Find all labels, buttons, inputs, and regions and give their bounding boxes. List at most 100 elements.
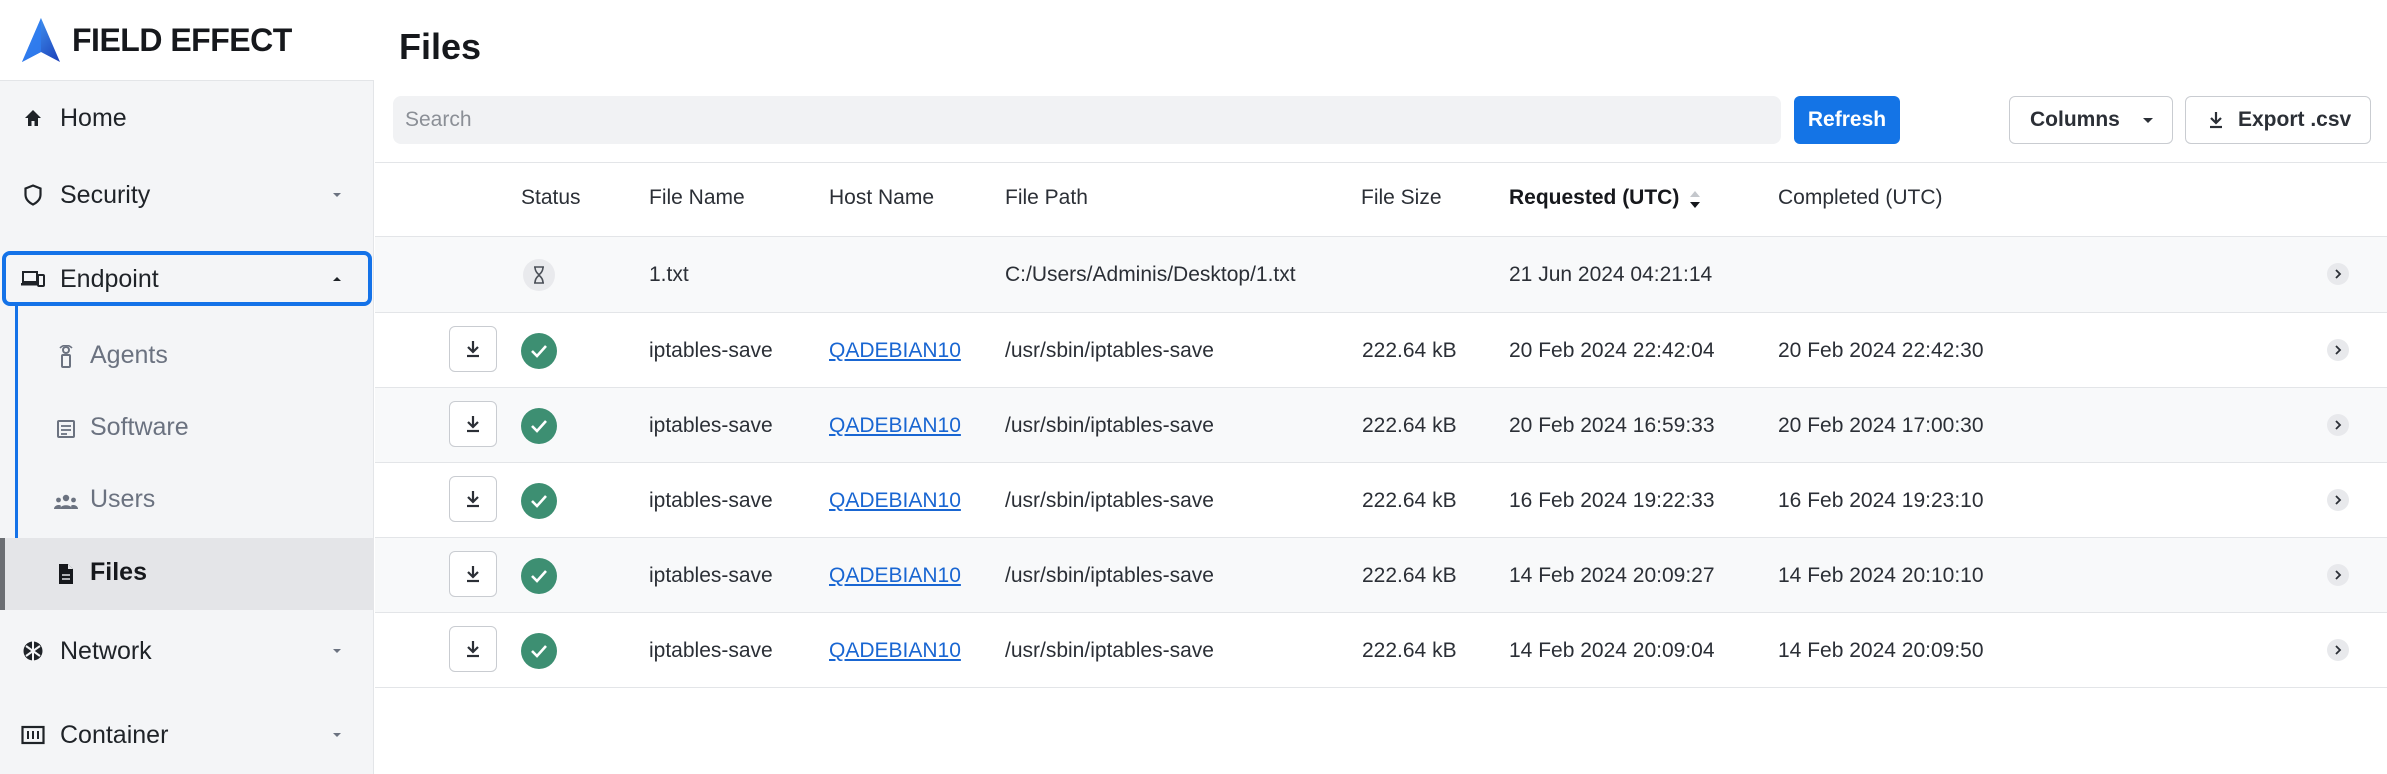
chevron-right-icon[interactable]	[2327, 263, 2349, 285]
sort-descending-icon[interactable]	[1689, 189, 1701, 211]
agent-icon	[54, 345, 78, 369]
search-input[interactable]	[393, 96, 1781, 144]
column-header-host-name[interactable]: Host Name	[829, 186, 934, 210]
cell-file-name: 1.txt	[649, 263, 689, 286]
table-row[interactable]: iptables-save QADEBIAN10 /usr/sbin/iptab…	[375, 538, 2387, 613]
cell-file-name: iptables-save	[649, 564, 773, 587]
sidebar-item-label: Files	[90, 558, 147, 586]
check-circle-icon	[521, 333, 557, 369]
cell-file-path: /usr/sbin/iptables-save	[1005, 414, 1214, 437]
network-icon	[20, 638, 46, 664]
caret-down-icon	[2143, 118, 2153, 123]
columns-button-label: Columns	[2030, 108, 2120, 131]
sidebar-item-files[interactable]: Files	[0, 538, 374, 610]
sidebar-item-agents[interactable]: Agents	[0, 321, 374, 393]
cell-requested: 21 Jun 2024 04:21:14	[1509, 263, 1713, 286]
download-button[interactable]	[449, 626, 497, 672]
cell-file-path: C:/Users/Adminis/Desktop/1.txt	[1005, 263, 1296, 286]
cell-requested: 14 Feb 2024 20:09:04	[1509, 639, 1715, 662]
main-content: Files Refresh Columns Export .csv Status…	[375, 0, 2387, 774]
divider	[375, 687, 2387, 688]
cell-file-size: 222.64 kB	[1362, 414, 1457, 437]
sidebar-item-software[interactable]: Software	[0, 393, 374, 465]
table-row[interactable]: iptables-save QADEBIAN10 /usr/sbin/iptab…	[375, 613, 2387, 688]
cell-completed: 16 Feb 2024 19:23:10	[1778, 489, 1984, 512]
column-header-requested[interactable]: Requested (UTC)	[1509, 186, 1679, 210]
table-row[interactable]: iptables-save QADEBIAN10 /usr/sbin/iptab…	[375, 388, 2387, 463]
cell-requested: 20 Feb 2024 16:59:33	[1509, 414, 1715, 437]
download-button[interactable]	[449, 326, 497, 372]
chevron-down-icon	[333, 193, 341, 197]
cell-file-size: 222.64 kB	[1362, 564, 1457, 587]
cell-requested: 14 Feb 2024 20:09:27	[1509, 564, 1715, 587]
download-button[interactable]	[449, 476, 497, 522]
active-indicator	[0, 538, 5, 610]
cell-host-name[interactable]: QADEBIAN10	[829, 639, 961, 663]
sidebar-item-label: Security	[60, 180, 151, 209]
column-header-file-path[interactable]: File Path	[1005, 186, 1088, 210]
sidebar-item-label: Container	[60, 720, 169, 749]
sidebar-item-network[interactable]: Network	[0, 614, 374, 688]
divider	[375, 162, 2387, 163]
check-circle-icon	[521, 633, 557, 669]
table-row[interactable]: 1.txt C:/Users/Adminis/Desktop/1.txt 21 …	[375, 237, 2387, 312]
download-icon	[467, 341, 479, 358]
sidebar-item-security[interactable]: Security	[0, 158, 374, 232]
export-csv-label: Export .csv	[2238, 108, 2352, 131]
cell-file-path: /usr/sbin/iptables-save	[1005, 639, 1214, 662]
chevron-right-icon[interactable]	[2327, 639, 2349, 661]
page-title: Files	[399, 26, 482, 67]
software-icon	[54, 417, 78, 441]
chevron-right-icon[interactable]	[2327, 564, 2349, 586]
cell-requested: 16 Feb 2024 19:22:33	[1509, 489, 1715, 512]
download-button[interactable]	[449, 551, 497, 597]
cell-file-size: 222.64 kB	[1362, 639, 1457, 662]
field-effect-logo-icon	[22, 18, 60, 62]
sidebar-item-label: Network	[60, 636, 152, 665]
hourglass-icon	[523, 259, 555, 291]
column-header-completed[interactable]: Completed (UTC)	[1778, 186, 1943, 210]
sidebar-item-label: Agents	[90, 341, 168, 369]
download-button[interactable]	[449, 401, 497, 447]
cell-host-name[interactable]: QADEBIAN10	[829, 339, 961, 363]
users-icon	[54, 489, 78, 513]
column-header-file-name[interactable]: File Name	[649, 186, 745, 210]
column-header-file-size[interactable]: File Size	[1361, 186, 1442, 210]
table-row[interactable]: iptables-save QADEBIAN10 /usr/sbin/iptab…	[375, 463, 2387, 538]
cell-host-name[interactable]: QADEBIAN10	[829, 414, 961, 438]
download-icon	[2210, 112, 2222, 129]
sidebar-item-users[interactable]: Users	[0, 465, 374, 537]
table-row[interactable]: iptables-save QADEBIAN10 /usr/sbin/iptab…	[375, 313, 2387, 388]
brand-logo[interactable]: FIELD EFFECT	[0, 0, 374, 81]
check-circle-icon	[521, 483, 557, 519]
sidebar-item-container[interactable]: Container	[0, 698, 374, 772]
cell-completed: 20 Feb 2024 17:00:30	[1778, 414, 1984, 437]
column-header-status[interactable]: Status	[521, 186, 581, 210]
cell-host-name[interactable]: QADEBIAN10	[829, 564, 961, 588]
cell-completed: 20 Feb 2024 22:42:30	[1778, 339, 1984, 362]
check-circle-icon	[521, 408, 557, 444]
sidebar-item-label: Home	[60, 103, 127, 132]
sidebar-item-home[interactable]: Home	[0, 81, 374, 155]
refresh-button[interactable]: Refresh	[1794, 96, 1900, 144]
file-icon	[54, 562, 78, 586]
download-icon	[467, 416, 479, 433]
cell-host-name[interactable]: QADEBIAN10	[829, 489, 961, 513]
cell-completed: 14 Feb 2024 20:09:50	[1778, 639, 1984, 662]
columns-button[interactable]: Columns	[2009, 96, 2173, 144]
endpoint-highlight	[2, 251, 372, 306]
chevron-right-icon[interactable]	[2327, 414, 2349, 436]
container-icon	[20, 722, 46, 748]
cell-file-size: 222.64 kB	[1362, 339, 1457, 362]
download-icon	[467, 491, 479, 508]
cell-file-path: /usr/sbin/iptables-save	[1005, 564, 1214, 587]
cell-file-name: iptables-save	[649, 414, 773, 437]
chevron-right-icon[interactable]	[2327, 489, 2349, 511]
sidebar: FIELD EFFECT Home Security Endpoint Agen…	[0, 0, 374, 774]
sidebar-item-label: Software	[90, 413, 189, 441]
chevron-down-icon	[333, 733, 341, 737]
chevron-right-icon[interactable]	[2327, 339, 2349, 361]
export-csv-button[interactable]: Export .csv	[2185, 96, 2371, 144]
cell-completed: 14 Feb 2024 20:10:10	[1778, 564, 1984, 587]
cell-file-path: /usr/sbin/iptables-save	[1005, 339, 1214, 362]
